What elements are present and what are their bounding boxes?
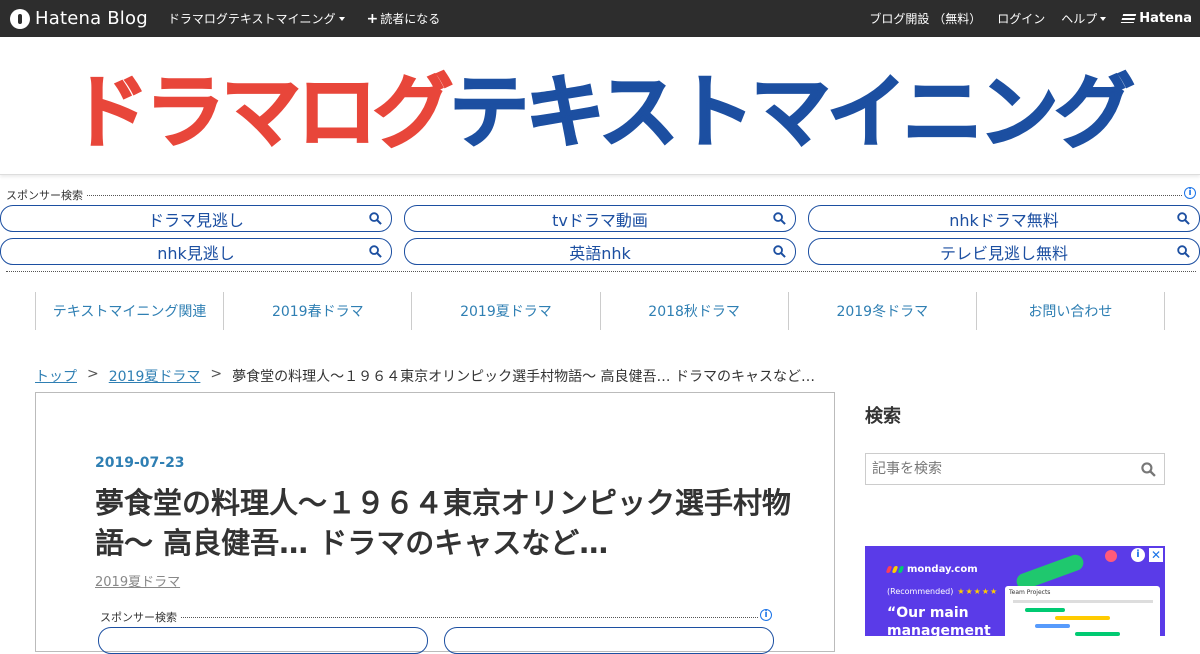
sidebar-ad[interactable]: i ✕ monday.com (Recommended) ★★★★★ “Our … [865, 546, 1165, 636]
plus-icon: + [366, 10, 379, 27]
post-date[interactable]: 2019-07-23 [95, 455, 185, 471]
ad-panel-bar [1035, 624, 1070, 628]
ad-close-icon[interactable]: ✕ [1149, 548, 1163, 562]
blog-title-part2: テキストマイニング [448, 65, 1136, 160]
ad-brand-text: monday.com [907, 564, 978, 575]
sponsor-search-pill[interactable]: tvドラマ動画 [404, 205, 796, 232]
ad-panel-row [1013, 600, 1153, 603]
sponsor-search-term: tvドラマ動画 [552, 210, 648, 230]
caret-down-icon [1100, 16, 1107, 21]
sponsor-search-term: nhkドラマ無料 [949, 210, 1059, 230]
hatena-blog-logo[interactable]: Hatena Blog [10, 0, 148, 37]
login-link[interactable]: ログイン [997, 10, 1045, 27]
ad-panel-bar [1055, 616, 1110, 620]
search-icon [369, 245, 382, 258]
search-icon [369, 212, 382, 225]
info-icon[interactable]: i [1184, 187, 1196, 199]
search-icon [773, 245, 786, 258]
hatena-blog-logo-text: Hatena Blog [35, 8, 148, 29]
ad-quote: “Our main management tool [887, 605, 991, 636]
sponsor-search-term: テレビ見逃し無料 [939, 243, 1068, 263]
nav-item-text-mining[interactable]: テキストマイニング関連 [35, 292, 223, 330]
sidebar-search-input[interactable] [866, 454, 1126, 484]
sponsor-search-pill[interactable]: テレビ見逃し無料 [808, 238, 1200, 265]
breadcrumb-separator: > [210, 366, 223, 382]
blog-title-logo[interactable]: ドラマログテキストマイニング [68, 48, 1136, 164]
dotted-divider [100, 617, 758, 618]
blog-menu-label: ドラマログテキストマイニング [167, 12, 336, 26]
caret-down-icon [338, 16, 345, 21]
sidebar-search-box [865, 453, 1165, 485]
subscribe-button[interactable]: + 読者になる [367, 10, 441, 27]
ad-panel-bar [1025, 608, 1065, 612]
sponsor-search-pill[interactable]: nhk見逃し [0, 238, 392, 265]
sponsor-search-label: スポンサー検索 [100, 609, 181, 625]
breadcrumb-top-link[interactable]: トップ [35, 366, 77, 386]
breadcrumb: トップ > 2019夏ドラマ > 夢食堂の料理人～１９６４東京オリンピック選手村… [35, 366, 815, 386]
post-title[interactable]: 夢食堂の料理人～１９６４東京オリンピック選手村物語～ 高良健吾… ドラマのキャス… [95, 483, 795, 563]
nav-item-contact[interactable]: お問い合わせ [975, 292, 1166, 330]
post-category-link[interactable]: 2019夏ドラマ [95, 571, 180, 590]
help-label: ヘルプ [1061, 12, 1098, 26]
star-rating-icon: ★★★★★ [957, 587, 999, 596]
hatena-blog-logo-icon [10, 8, 30, 29]
sponsor-search-pill[interactable]: nhkドラマ無料 [808, 205, 1200, 232]
breadcrumb-separator: > [87, 366, 99, 382]
search-icon[interactable] [1141, 462, 1156, 477]
blog-header: ドラマログテキストマイニング [0, 37, 1200, 175]
nav-item-2019-spring[interactable]: 2019春ドラマ [223, 292, 411, 330]
help-dropdown[interactable]: ヘルプ [1061, 10, 1107, 27]
category-nav: テキストマイニング関連 2019春ドラマ 2019夏ドラマ 2018秋ドラマ 2… [35, 292, 1166, 330]
sponsor-search-block: スポンサー検索 i ドラマ見逃し tvドラマ動画 nhkドラマ無料 nhk見逃し… [0, 185, 1200, 272]
hatena-lines-icon [1121, 14, 1137, 23]
info-icon[interactable]: i [760, 609, 772, 621]
dotted-divider [6, 271, 1196, 272]
ad-panel-bar [1075, 632, 1120, 636]
sponsor-search-pill[interactable] [444, 627, 774, 654]
monday-logo-icon [885, 566, 905, 573]
open-blog-link[interactable]: ブログ開設 （無料） [869, 10, 981, 27]
ad-recommended: (Recommended) [887, 587, 954, 596]
blog-menu-dropdown[interactable]: ドラマログテキストマイニング [168, 10, 345, 27]
sidebar-search-heading: 検索 [865, 406, 901, 427]
sponsor-search-pill[interactable]: 英語nhk [404, 238, 796, 265]
sponsor-search-pill[interactable]: ドラマ見逃し [0, 205, 392, 232]
hatena-logo-text: Hatena [1139, 11, 1192, 26]
ad-rating: (Recommended) ★★★★★ [887, 587, 998, 596]
nav-item-2019-winter[interactable]: 2019冬ドラマ [787, 292, 976, 330]
breadcrumb-current: 夢食堂の料理人～１９６４東京オリンピック選手村物語～ 高良健吾… ドラマのキャス… [232, 369, 816, 385]
sponsor-search-term: ドラマ見逃し [147, 210, 244, 230]
sponsor-search-label: スポンサー検索 [6, 187, 87, 203]
hatena-topbar: Hatena Blog ドラマログテキストマイニング + 読者になる ブログ開設… [0, 0, 1200, 37]
search-icon [773, 212, 786, 225]
search-icon [1177, 212, 1190, 225]
blog-title-part1: ドラマログ [68, 65, 454, 160]
ad-screenshot: Team Projects [1005, 586, 1160, 636]
sponsor-search-term: nhk見逃し [157, 243, 235, 263]
nav-item-2019-summer[interactable]: 2019夏ドラマ [411, 292, 599, 330]
article-sponsor-search: スポンサー検索 i [100, 609, 772, 625]
dotted-divider [6, 195, 1182, 196]
article-card: 2019-07-23 夢食堂の料理人～１９６４東京オリンピック選手村物語～ 高良… [35, 392, 835, 654]
ad-decoration [1105, 550, 1117, 562]
search-icon [1177, 245, 1190, 258]
ad-info-icon[interactable]: i [1131, 548, 1145, 562]
hatena-logo[interactable]: Hatena [1121, 11, 1192, 26]
sponsor-search-term: 英語nhk [569, 243, 631, 263]
subscribe-label: 読者になる [380, 12, 441, 26]
sponsor-search-pill[interactable] [98, 627, 428, 654]
nav-item-2018-autumn[interactable]: 2018秋ドラマ [599, 292, 788, 330]
ad-panel-title: Team Projects [1009, 589, 1051, 596]
ad-brand-logo: monday.com [885, 564, 978, 575]
breadcrumb-category-link[interactable]: 2019夏ドラマ [109, 366, 201, 386]
